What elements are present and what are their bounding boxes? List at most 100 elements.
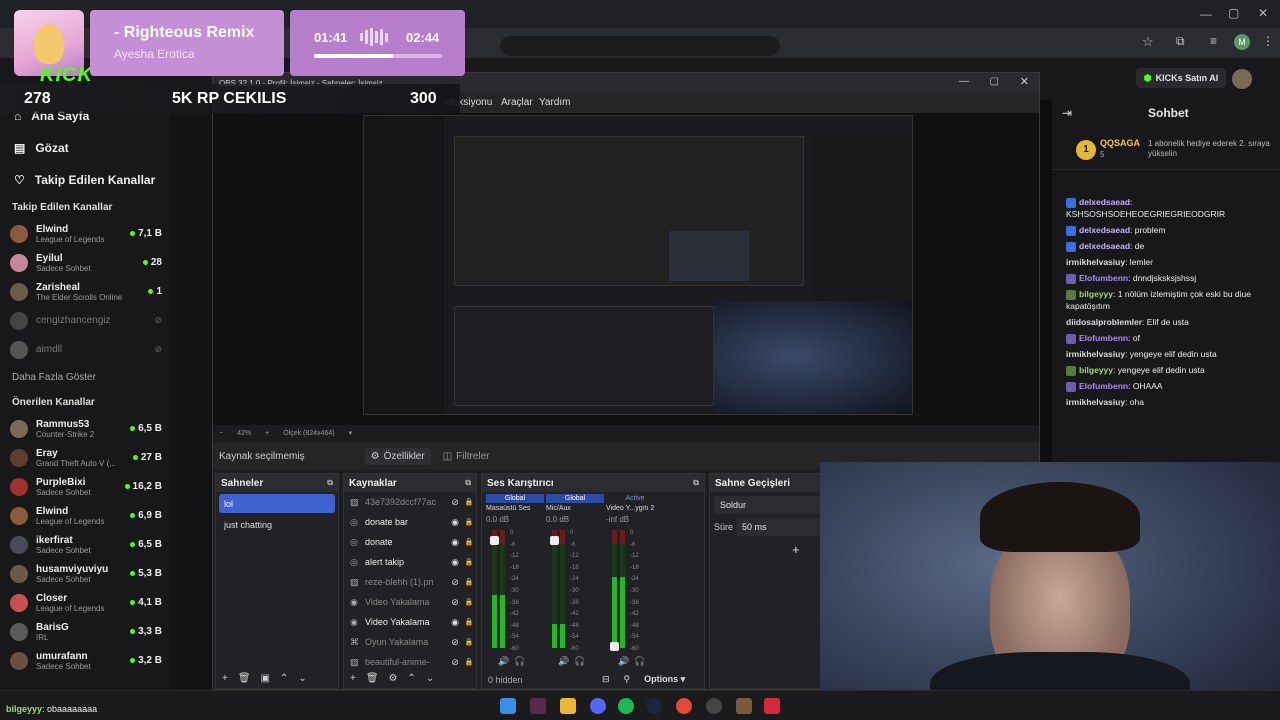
maximize-icon[interactable]: ▢ (1228, 6, 1239, 20)
mixer-layout-icon[interactable]: ⊟ (602, 674, 610, 685)
volume-slider-handle[interactable] (550, 536, 559, 545)
eye-icon[interactable]: ◉ (448, 557, 462, 568)
minimize-icon[interactable]: — (1200, 7, 1212, 21)
eye-icon[interactable]: ◉ (448, 617, 462, 628)
lock-icon[interactable]: 🔒 (462, 558, 476, 566)
sidebar-nav-item[interactable]: ♡ Takip Edilen Kanallar (0, 164, 170, 196)
mixer-source-name[interactable]: Mic/Aux (546, 503, 604, 515)
chat-username[interactable]: delxedsaead (1079, 197, 1130, 207)
monitor-icon[interactable]: 🎧 (574, 656, 585, 667)
sidebar-nav-item[interactable]: ▤ Gözat (0, 132, 170, 164)
duration-input[interactable]: 50 ms (736, 518, 832, 536)
chat-username[interactable]: Elofumbenn (1079, 381, 1128, 391)
source-item[interactable]: ⌘ Oyun Yakalama ⊘ 🔒 (344, 632, 476, 652)
discord-icon[interactable] (590, 698, 606, 714)
reading-list-icon[interactable]: ≡ (1210, 34, 1217, 48)
profile-avatar[interactable]: M (1234, 34, 1250, 50)
chat-username[interactable]: bilgeyyy (1079, 289, 1113, 299)
zoom-out-icon[interactable]: − (219, 430, 223, 437)
move-down-icon[interactable]: ⌄ (426, 673, 434, 684)
chat-username[interactable]: Elofumbenn (1079, 273, 1128, 283)
channel-item[interactable]: Zarisheal The Elder Scrolls Online 1 (0, 277, 170, 306)
dock-popout-icon[interactable]: ⧉ (465, 478, 471, 488)
monitor-icon[interactable]: 🎧 (514, 656, 525, 667)
eye-icon[interactable]: ◉ (448, 537, 462, 548)
obs-taskbar-icon[interactable] (530, 698, 546, 714)
move-down-icon[interactable]: ⌄ (298, 673, 306, 684)
channel-item[interactable]: Elwind League of Legends 7,1 B (0, 219, 170, 248)
obs-close-icon[interactable]: ✕ (1020, 75, 1029, 88)
remove-scene-icon[interactable]: 🗑 (238, 673, 251, 684)
transition-select[interactable]: Soldur (714, 496, 834, 514)
obs-maximize-icon[interactable]: ▢ (990, 76, 999, 87)
speaker-icon[interactable]: 🔊 (618, 656, 629, 667)
channel-item[interactable]: cengizhancengiz ⊘ (0, 306, 170, 335)
source-item[interactable]: ▨ 43e7392dccf77ac ⊘ 🔒 (344, 492, 476, 512)
chat-username[interactable]: diidosalproblemler (1066, 317, 1142, 327)
lock-icon[interactable]: 🔒 (462, 638, 476, 646)
source-item[interactable]: ◎ donate ◉ 🔒 (344, 532, 476, 552)
chat-username[interactable]: irmikhelvasiuy (1066, 349, 1125, 359)
collapse-chat-icon[interactable]: ⇥ (1062, 106, 1072, 120)
lock-icon[interactable]: 🔒 (462, 518, 476, 526)
volume-slider-handle[interactable] (610, 642, 619, 651)
speaker-icon[interactable]: 🔊 (558, 656, 569, 667)
menu-tools[interactable]: Araçlar (501, 97, 533, 108)
extensions-icon[interactable]: ⧉ (1176, 34, 1185, 49)
hidden-eye-icon[interactable]: ⊘ (448, 497, 462, 508)
source-item[interactable]: ◎ donate bar ◉ 🔒 (344, 512, 476, 532)
mixer-link-icon[interactable]: ⚲ (624, 674, 631, 685)
lock-icon[interactable]: 🔒 (462, 538, 476, 546)
chat-username[interactable]: Elofumbenn (1079, 333, 1128, 343)
source-item[interactable]: ◉ Video Yakalama ⊘ 🔒 (344, 592, 476, 612)
show-more-link[interactable]: Daha Fazla Göster (0, 364, 170, 389)
mixer-source-name[interactable]: Masaüstü Ses (486, 503, 544, 515)
source-item[interactable]: ▨ reze-blehh (1).pn ⊘ 🔒 (344, 572, 476, 592)
add-transition-icon[interactable]: + (792, 542, 800, 557)
volume-slider-handle[interactable] (490, 536, 499, 545)
hidden-eye-icon[interactable]: ⊘ (448, 657, 462, 668)
channel-item[interactable]: aimdll ⊘ (0, 335, 170, 364)
app-red-icon[interactable] (764, 698, 780, 714)
app-icon[interactable] (736, 698, 752, 714)
source-item[interactable]: ◉ Video Yakalama ◉ 🔒 (344, 612, 476, 632)
chat-username[interactable]: delxedsaead (1079, 225, 1130, 235)
channel-item[interactable]: ikerfirat Sadece Sohbet 6,5 B (0, 530, 170, 559)
options-button[interactable]: Options ▾ (644, 674, 685, 685)
remove-source-icon[interactable]: 🗑 (366, 673, 379, 684)
bookmark-star-icon[interactable]: ☆ (1142, 34, 1154, 50)
zoom-in-icon[interactable]: + (265, 430, 269, 437)
steam-icon[interactable] (646, 698, 662, 714)
chat-username[interactable]: irmikhelvasiuy (1066, 257, 1125, 267)
scene-filter-icon[interactable]: ▣ (261, 673, 270, 684)
mixer-source-name[interactable]: Video Y...ygıtı 2 (606, 503, 664, 515)
channel-item[interactable]: Rammus53 Counter-Strike 2 6,5 B (0, 414, 170, 443)
chat-username[interactable]: delxedsaead (1079, 241, 1130, 251)
move-up-icon[interactable]: ⌃ (280, 673, 288, 684)
scene-item[interactable]: just chatting (219, 515, 335, 534)
channel-item[interactable]: umurafann Sadece Sohbet 3,2 B (0, 646, 170, 675)
dock-popout-icon[interactable]: ⧉ (327, 478, 333, 488)
channel-item[interactable]: BarisG IRL 3,3 B (0, 617, 170, 646)
chrome-icon[interactable] (676, 698, 692, 714)
channel-item[interactable]: Elwind League of Legends 6,9 B (0, 501, 170, 530)
windows-start-icon[interactable] (500, 698, 516, 714)
eye-icon[interactable]: ◉ (448, 517, 462, 528)
lock-icon[interactable]: 🔒 (462, 578, 476, 586)
source-settings-icon[interactable]: ⚙ (389, 673, 398, 684)
filters-button[interactable]: ◫ Filtreler (437, 448, 496, 465)
channel-item[interactable]: PurpleBixi Sadece Sohbet 16,2 B (0, 472, 170, 501)
user-avatar[interactable] (1232, 69, 1252, 89)
lock-icon[interactable]: 🔒 (462, 658, 476, 666)
lock-icon[interactable]: 🔒 (462, 618, 476, 626)
obs-minimize-icon[interactable]: — (959, 76, 969, 87)
spotify-icon[interactable] (618, 698, 634, 714)
chat-username[interactable]: bilgeyyy (1079, 365, 1113, 375)
lock-icon[interactable]: 🔒 (462, 598, 476, 606)
monitor-icon[interactable]: 🎧 (634, 656, 645, 667)
add-source-icon[interactable]: + (350, 673, 356, 684)
menu-help[interactable]: Yardım (539, 97, 571, 108)
address-bar[interactable] (500, 36, 780, 56)
hidden-eye-icon[interactable]: ⊘ (448, 597, 462, 608)
file-explorer-icon[interactable] (560, 698, 576, 714)
